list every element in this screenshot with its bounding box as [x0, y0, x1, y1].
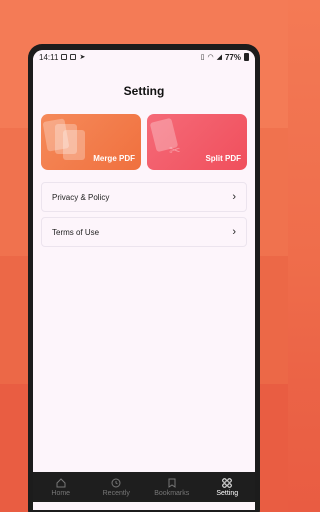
document-icon [63, 130, 85, 160]
battery-percent: 77% [224, 52, 241, 62]
privacy-policy-label: Privacy & Policy [52, 192, 110, 202]
tab-setting-label: Setting [216, 489, 239, 497]
settings-list: Privacy & Policy › Terms of Use › [33, 182, 255, 247]
vibrate-icon: ▯ [200, 54, 205, 61]
tab-recently[interactable]: Recently [91, 478, 141, 497]
tab-home[interactable]: Home [36, 477, 86, 497]
privacy-policy-item[interactable]: Privacy & Policy › [41, 182, 247, 212]
chevron-right-icon: › [232, 226, 236, 238]
merge-pdf-card[interactable]: Merge PDF [41, 114, 141, 170]
grid-icon [222, 477, 233, 488]
send-icon: ➤ [79, 54, 86, 61]
status-time: 14:11 [39, 52, 59, 62]
chevron-right-icon: › [232, 191, 236, 203]
bottom-nav: Home Recently Bookmarks Setting [33, 472, 255, 502]
terms-of-use-label: Terms of Use [52, 227, 100, 237]
tab-recently-label: Recently [102, 489, 130, 497]
notification-icon [61, 54, 68, 60]
bookmark-icon [168, 478, 176, 488]
split-pdf-label: Split PDF [205, 154, 241, 163]
tab-setting[interactable]: Setting [202, 477, 252, 497]
wifi-icon: ◠ [207, 54, 214, 61]
page-title: Setting [123, 84, 165, 98]
status-bar: 14:11 ➤ ▯ ◠ ◢ 77% [33, 50, 255, 64]
signal-icon: ◢ [216, 54, 222, 61]
tab-home-label: Home [51, 489, 71, 497]
clock-icon [111, 478, 121, 487]
merge-pdf-label: Merge PDF [93, 154, 135, 163]
scissors-icon: ✂ [169, 142, 181, 158]
notification-icon [70, 54, 77, 60]
tab-bookmarks[interactable]: Bookmarks [147, 478, 197, 497]
home-icon [56, 477, 66, 487]
split-pdf-card[interactable]: ✂ Split PDF [147, 114, 247, 170]
battery-icon [244, 53, 249, 61]
terms-of-use-item[interactable]: Terms of Use › [41, 217, 247, 247]
app-screen: 14:11 ➤ ▯ ◠ ◢ 77% Setting Merge PDF ✂ Sp… [33, 50, 255, 510]
tool-cards: Merge PDF ✂ Split PDF [33, 114, 255, 170]
tab-bookmarks-label: Bookmarks [154, 489, 190, 497]
